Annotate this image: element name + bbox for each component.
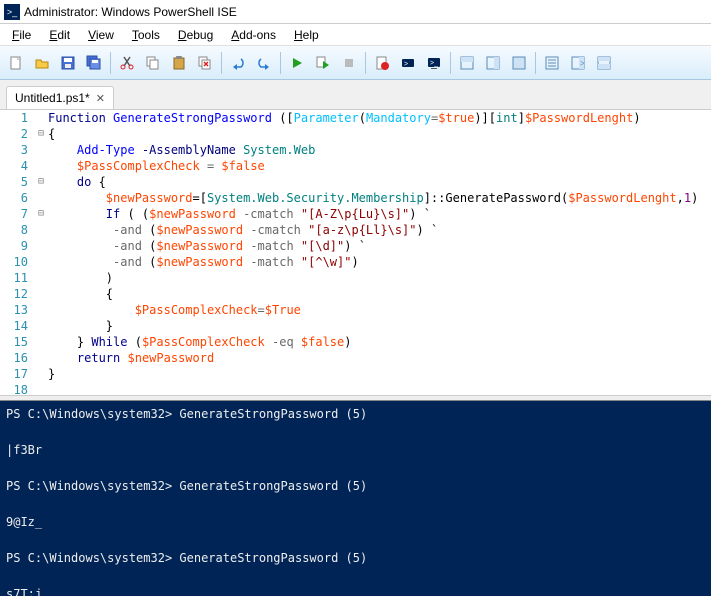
console-pane[interactable]: PS C:\Windows\system32> GenerateStrongPa… bbox=[0, 401, 711, 596]
save-button[interactable] bbox=[56, 51, 80, 75]
stop-button[interactable] bbox=[337, 51, 361, 75]
console-output: 9@Iz_ bbox=[6, 513, 705, 531]
fold-icon[interactable]: ⊟ bbox=[34, 126, 48, 142]
menu-view[interactable]: View bbox=[80, 26, 122, 44]
new-remote-tab-button[interactable]: >_ bbox=[396, 51, 420, 75]
tab-bar: Untitled1.ps1* ✕ bbox=[0, 80, 711, 110]
breakpoint-button[interactable] bbox=[370, 51, 394, 75]
svg-text:>_: >_ bbox=[404, 61, 412, 68]
console-output bbox=[6, 423, 705, 441]
menu-bar: File Edit View Tools Debug Add-ons Help bbox=[0, 24, 711, 46]
menu-edit[interactable]: Edit bbox=[41, 26, 78, 44]
copy-button[interactable] bbox=[141, 51, 165, 75]
svg-text:>_: >_ bbox=[430, 60, 438, 67]
separator bbox=[365, 52, 366, 74]
separator bbox=[280, 52, 281, 74]
powershell-icon: >_ bbox=[4, 4, 20, 20]
addon-pane-button[interactable]: > bbox=[566, 51, 590, 75]
cut-button[interactable] bbox=[115, 51, 139, 75]
fold-icon[interactable]: ⊟ bbox=[34, 174, 48, 190]
separator bbox=[535, 52, 536, 74]
console-output: |f3Br bbox=[6, 441, 705, 459]
clear-button[interactable] bbox=[193, 51, 217, 75]
window-title: Administrator: Windows PowerShell ISE bbox=[24, 5, 237, 19]
toolbar: >_ >_ > bbox=[0, 46, 711, 80]
menu-tools[interactable]: Tools bbox=[124, 26, 168, 44]
remote-button[interactable]: >_ bbox=[422, 51, 446, 75]
console-output: s7T;j bbox=[6, 585, 705, 596]
console-output bbox=[6, 459, 705, 477]
console-line: PS C:\Windows\system32> GenerateStrongPa… bbox=[6, 405, 705, 423]
console-line: PS C:\Windows\system32> GenerateStrongPa… bbox=[6, 477, 705, 495]
paste-button[interactable] bbox=[167, 51, 191, 75]
layout-right-button[interactable] bbox=[481, 51, 505, 75]
redo-button[interactable] bbox=[252, 51, 276, 75]
run-button[interactable] bbox=[285, 51, 309, 75]
console-line: PS C:\Windows\system32> GenerateStrongPa… bbox=[6, 549, 705, 567]
console-output bbox=[6, 531, 705, 549]
menu-file[interactable]: File bbox=[4, 26, 39, 44]
new-button[interactable] bbox=[4, 51, 28, 75]
console-output bbox=[6, 495, 705, 513]
tab-close-icon[interactable]: ✕ bbox=[96, 92, 105, 105]
title-bar: >_ Administrator: Windows PowerShell ISE bbox=[0, 0, 711, 24]
line-number: 1 bbox=[0, 110, 34, 126]
toolbox-button[interactable] bbox=[592, 51, 616, 75]
script-editor[interactable]: 1 Function GenerateStrongPassword ([Para… bbox=[0, 110, 711, 395]
run-selection-button[interactable] bbox=[311, 51, 335, 75]
layout-max-button[interactable] bbox=[507, 51, 531, 75]
layout-top-button[interactable] bbox=[455, 51, 479, 75]
separator bbox=[221, 52, 222, 74]
tab-label: Untitled1.ps1* bbox=[15, 91, 90, 105]
menu-help[interactable]: Help bbox=[286, 26, 327, 44]
menu-debug[interactable]: Debug bbox=[170, 26, 221, 44]
separator bbox=[450, 52, 451, 74]
menu-addons[interactable]: Add-ons bbox=[223, 26, 284, 44]
console-output bbox=[6, 567, 705, 585]
open-button[interactable] bbox=[30, 51, 54, 75]
script-tab[interactable]: Untitled1.ps1* ✕ bbox=[6, 86, 114, 109]
show-commands-button[interactable] bbox=[540, 51, 564, 75]
separator bbox=[110, 52, 111, 74]
saveall-button[interactable] bbox=[82, 51, 106, 75]
svg-text:>: > bbox=[580, 59, 585, 68]
undo-button[interactable] bbox=[226, 51, 250, 75]
fold-icon[interactable]: ⊟ bbox=[34, 206, 48, 222]
